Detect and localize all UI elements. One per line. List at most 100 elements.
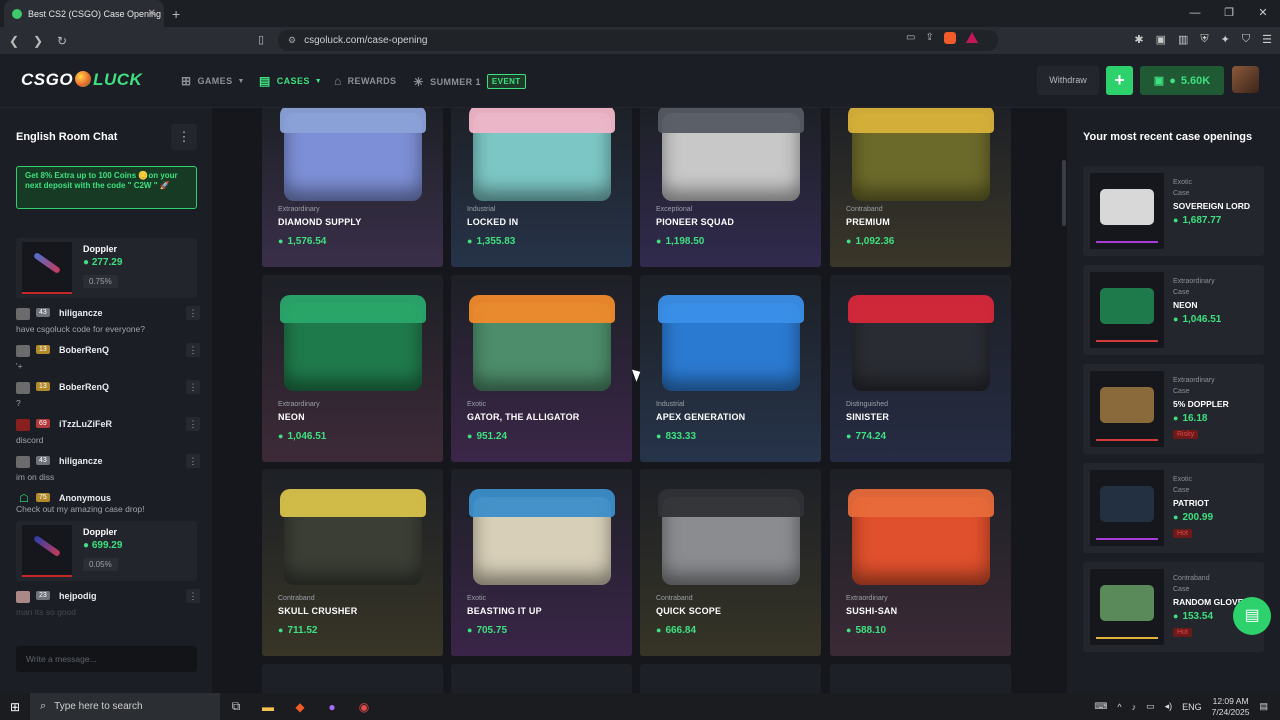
avatar[interactable]: [16, 345, 30, 357]
minimize-icon[interactable]: —: [1178, 0, 1212, 27]
restore-icon[interactable]: ❐: [1212, 0, 1246, 27]
case-card[interactable]: Contraband SKULL CRUSHER 711.52: [262, 469, 443, 656]
cast-icon[interactable]: ▭: [906, 32, 915, 44]
extensions-icon[interactable]: ✱: [1134, 33, 1143, 46]
case-card[interactable]: Exotic GATOR, THE ALLIGATOR 951.24: [451, 275, 632, 462]
browser-tab[interactable]: Best CS2 (CSGO) Case Opening ✕: [4, 0, 164, 27]
recent-case-tag: Hot: [1173, 529, 1192, 538]
notifications-icon[interactable]: ▤: [1259, 701, 1268, 712]
chevron-up-icon[interactable]: ^: [1117, 702, 1121, 712]
nav-rewards[interactable]: ⌂ REWARDS: [334, 74, 396, 88]
chat-message: 13 BoberRenQ ⋮ ?: [16, 380, 200, 417]
message-menu-icon[interactable]: ⋮: [186, 417, 200, 431]
chat-messages[interactable]: Doppler ● 277.29 0.75% 43 hiligancze ⋮ h…: [16, 238, 200, 626]
search-icon: ⌕: [40, 700, 47, 712]
case-card[interactable]: Contraband QUICK SCOPE 666.84: [640, 469, 821, 656]
leo-icon[interactable]: ✦: [1221, 33, 1230, 46]
case-card[interactable]: Distinguished SINISTER 774.24: [830, 275, 1011, 462]
case-card[interactable]: [830, 664, 1011, 693]
avatar[interactable]: [16, 591, 30, 603]
bookmark-icon[interactable]: ▯: [258, 33, 264, 46]
reload-icon[interactable]: ↻: [52, 34, 72, 48]
support-chat-icon[interactable]: ▤: [1233, 597, 1271, 635]
recent-opening-card[interactable]: Extraordinary Case NEON 1,046.51: [1083, 265, 1264, 355]
nav-games-label: GAMES: [197, 76, 233, 86]
back-icon[interactable]: ❮: [4, 34, 24, 48]
level-badge: 43: [36, 308, 50, 317]
site-logo[interactable]: CSGO LUCK: [21, 70, 142, 90]
brave-shields-icon[interactable]: [943, 32, 956, 44]
case-card[interactable]: [262, 664, 443, 693]
balance-button[interactable]: ▣ ● 5.60K: [1140, 66, 1224, 95]
vpn-icon[interactable]: ⛨: [1200, 33, 1208, 46]
case-name: SKULL CRUSHER: [278, 606, 358, 616]
keyboard-icon[interactable]: ⌨: [1094, 701, 1107, 712]
case-card[interactable]: Extraordinary NEON 1,046.51: [262, 275, 443, 462]
windows-start-icon[interactable]: ⊞: [0, 700, 30, 714]
case-card[interactable]: Contraband PREMIUM 1,092.36: [830, 108, 1011, 267]
sidebar-icon[interactable]: ▥: [1178, 33, 1188, 46]
avatar[interactable]: [16, 456, 30, 468]
case-card[interactable]: Extraordinary DIAMOND SUPPLY 1,576.54: [262, 108, 443, 267]
wallet-icon[interactable]: ▣: [1156, 33, 1166, 46]
clock[interactable]: 12:09 AM 7/24/2025: [1212, 696, 1250, 718]
nav-cases[interactable]: ▤ CASES ▼: [259, 74, 322, 88]
case-card[interactable]: [640, 664, 821, 693]
username[interactable]: hejpodig: [59, 591, 97, 601]
close-tab-icon[interactable]: ✕: [148, 8, 156, 19]
network-icon[interactable]: ▭: [1146, 701, 1155, 712]
message-menu-icon[interactable]: ⋮: [186, 454, 200, 468]
nav-games[interactable]: ⊞ GAMES ▼: [181, 74, 245, 88]
brave-browser-icon[interactable]: ◆: [284, 700, 316, 714]
avatar[interactable]: [16, 419, 30, 431]
case-card[interactable]: Extraordinary SUSHI-SAN 588.10: [830, 469, 1011, 656]
case-card[interactable]: Industrial LOCKED IN 1,355.83: [451, 108, 632, 267]
site-info-icon[interactable]: ⚙: [288, 35, 296, 46]
case-card[interactable]: [451, 664, 632, 693]
share-icon[interactable]: ⇪: [925, 32, 933, 44]
case-card[interactable]: Exceptional PIONEER SQUAD 1,198.50: [640, 108, 821, 267]
username[interactable]: hiligancze: [59, 308, 103, 318]
avatar[interactable]: [16, 308, 30, 320]
case-card[interactable]: Industrial APEX GENERATION 833.33: [640, 275, 821, 462]
chat-message-input[interactable]: Write a message...: [16, 646, 197, 672]
avatar[interactable]: [16, 382, 30, 394]
menu-icon[interactable]: ☰: [1262, 33, 1272, 46]
app-icon[interactable]: ●: [316, 700, 348, 714]
recent-opening-card[interactable]: Exotic Case PATRIOT 200.99 Hot: [1083, 463, 1264, 553]
language-indicator[interactable]: ENG: [1182, 702, 1202, 712]
drop-price-value: 277.29: [91, 257, 123, 268]
url-field[interactable]: ⚙ csgoluck.com/case-opening: [278, 30, 998, 51]
obs-icon[interactable]: ◉: [348, 700, 380, 714]
chat-message: 13 BoberRenQ ⋮ '+: [16, 343, 200, 380]
chat-menu-button[interactable]: ⋮: [171, 124, 197, 150]
url-text: csgoluck.com/case-opening: [304, 35, 428, 46]
username[interactable]: BoberRenQ: [59, 345, 109, 355]
withdraw-button[interactable]: Withdraw: [1037, 66, 1099, 95]
recent-opening-card[interactable]: Exotic Case SOVEREIGN LORD 1,687.77: [1083, 166, 1264, 256]
message-menu-icon[interactable]: ⋮: [186, 343, 200, 357]
username[interactable]: hiligancze: [59, 456, 103, 466]
close-window-icon[interactable]: ✕: [1246, 0, 1280, 27]
task-view-icon[interactable]: ⧉: [220, 699, 252, 714]
recent-opening-card[interactable]: Extraordinary Case 5% DOPPLER 16.18 Risky: [1083, 364, 1264, 454]
message-menu-icon[interactable]: ⋮: [186, 380, 200, 394]
user-avatar[interactable]: [1232, 66, 1259, 93]
taskbar-search[interactable]: ⌕ Type here to search: [30, 693, 220, 720]
forward-icon[interactable]: ❯: [28, 34, 48, 48]
page-scrollbar[interactable]: [1062, 160, 1066, 226]
case-card[interactable]: Exotic BEASTING IT UP 705.75: [451, 469, 632, 656]
nav-summer[interactable]: ☀ SUMMER 1 EVENT: [413, 74, 526, 89]
brave-rewards-icon[interactable]: [965, 32, 978, 43]
mic-icon[interactable]: ♪: [1132, 702, 1137, 712]
username[interactable]: iTzzLuZiFeR: [59, 419, 112, 429]
file-explorer-icon[interactable]: ▬: [252, 700, 284, 714]
message-menu-icon[interactable]: ⋮: [186, 306, 200, 320]
message-menu-icon[interactable]: ⋮: [186, 589, 200, 603]
nav-rewards-label: REWARDS: [347, 76, 397, 86]
new-tab-icon[interactable]: +: [172, 6, 180, 22]
shield-icon[interactable]: ⛉: [1242, 33, 1250, 46]
volume-icon[interactable]: ◂): [1165, 701, 1173, 712]
deposit-button[interactable]: +: [1106, 66, 1133, 95]
username[interactable]: BoberRenQ: [59, 382, 109, 392]
